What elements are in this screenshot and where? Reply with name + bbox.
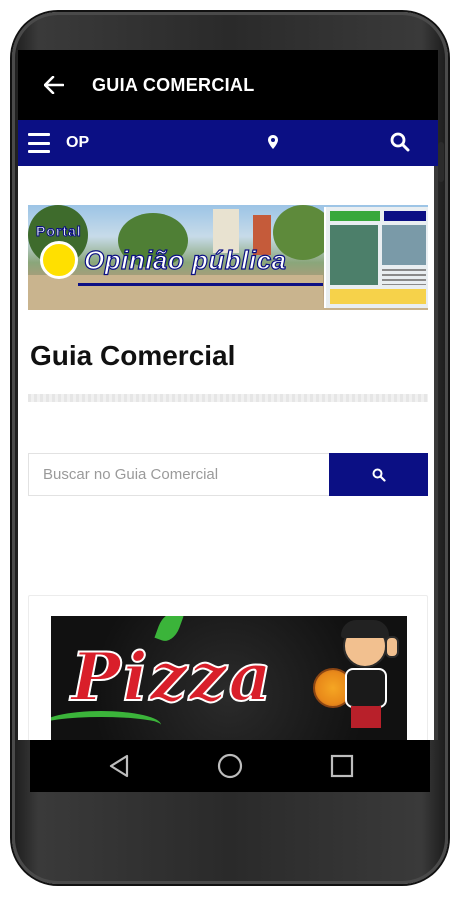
title-divider xyxy=(28,394,428,402)
nav-bar: OP xyxy=(18,120,438,166)
logo-circle-icon xyxy=(40,241,78,279)
thumbs-up-icon xyxy=(385,636,399,658)
search-input[interactable] xyxy=(28,453,329,496)
power-button xyxy=(438,142,444,182)
banner-pavement xyxy=(28,275,323,310)
business-card[interactable]: Pizza xyxy=(28,595,428,740)
map-pin-icon[interactable] xyxy=(268,135,278,154)
arrow-left-icon[interactable] xyxy=(36,67,72,103)
search-bar xyxy=(28,453,428,496)
chef-mascot-legs xyxy=(351,706,381,728)
pizza-ad-text: Pizza xyxy=(70,637,274,717)
hamburger-menu-icon[interactable] xyxy=(28,133,50,153)
search-icon xyxy=(372,468,386,482)
opiniao-publica-banner[interactable]: Portal Opinião pública xyxy=(28,205,428,310)
phone-chin xyxy=(30,792,430,862)
triangle-back-icon[interactable] xyxy=(106,752,134,780)
circle-home-icon[interactable] xyxy=(216,752,244,780)
nav-brand[interactable]: OP xyxy=(66,134,89,152)
banner-underline xyxy=(78,283,323,286)
pizza-ad-image[interactable]: Pizza xyxy=(51,616,407,740)
newspaper-thumbnail xyxy=(324,207,428,308)
chef-mascot-body xyxy=(345,668,387,708)
app-title: GUIA COMERCIAL xyxy=(92,74,255,95)
search-button[interactable] xyxy=(329,453,428,496)
app-screen: GUIA COMERCIAL OP Portal Opinião pública… xyxy=(18,50,438,740)
banner-logo-text: Opinião pública xyxy=(83,244,287,275)
app-bar: GUIA COMERCIAL xyxy=(18,50,438,120)
banner-portal-text: Portal xyxy=(36,223,82,240)
system-navigation-bar xyxy=(30,740,430,792)
search-icon[interactable] xyxy=(390,132,410,157)
chef-mascot-hair xyxy=(341,620,389,638)
page-title: Guia Comercial xyxy=(30,340,236,371)
square-recents-icon[interactable] xyxy=(328,752,356,780)
